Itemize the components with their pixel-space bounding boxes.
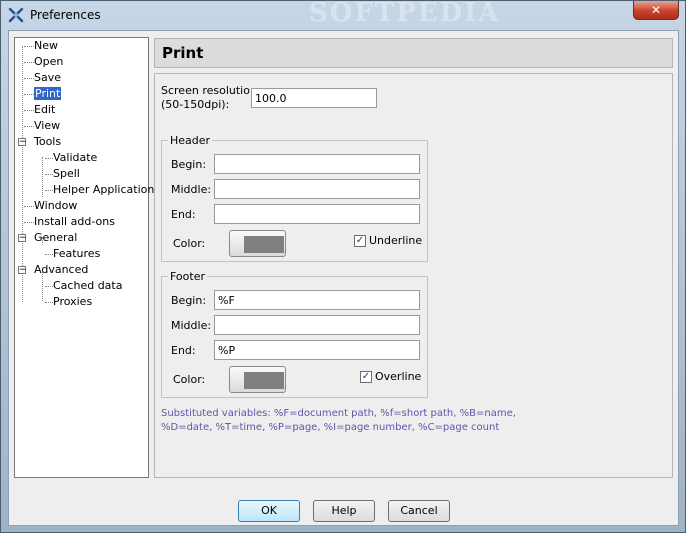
footer-middle-label: Middle: (171, 319, 212, 332)
overline-checkbox[interactable]: ✓ (360, 371, 372, 383)
tree-item-advanced[interactable]: Advanced (34, 262, 88, 278)
collapse-icon[interactable]: − (18, 234, 27, 243)
help-button[interactable]: Help (313, 500, 375, 522)
tree-item-proxies[interactable]: Proxies (45, 294, 92, 310)
tree-item-install-add-ons[interactable]: Install add-ons (24, 214, 115, 230)
header-end-input[interactable] (214, 204, 420, 224)
overline-label: Overline (375, 370, 422, 383)
footer-color-swatch (244, 372, 284, 389)
page-title: Print (162, 44, 204, 62)
tree-item-spell[interactable]: Spell (45, 166, 80, 182)
underline-checkbox[interactable]: ✓ (354, 235, 366, 247)
header-color-button[interactable] (229, 230, 286, 257)
header-group: Header Begin: Middle: End: Color: ✓ Unde… (161, 134, 428, 262)
resolution-label: Screen resolution (161, 84, 257, 97)
collapse-icon[interactable]: − (18, 266, 27, 275)
preferences-window: Preferences SOFTPEDIA ✕ New Open Save Pr… (0, 0, 686, 533)
app-icon (8, 7, 24, 23)
category-tree[interactable]: New Open Save Print Edit View − Tools Va… (14, 37, 160, 478)
header-middle-input[interactable] (214, 179, 420, 199)
tree-item-features[interactable]: Features (45, 246, 100, 262)
tree-item-save[interactable]: Save (24, 70, 61, 86)
variables-note-line1: Substituted variables: %F=document path,… (161, 408, 516, 419)
variables-note-line2: %D=date, %T=time, %P=page, %I=page numbe… (161, 422, 500, 433)
header-middle-label: Middle: (171, 183, 212, 196)
header-color-swatch (244, 236, 284, 253)
cancel-button[interactable]: Cancel (388, 500, 450, 522)
print-settings-panel: Screen resolution (50-150dpi): Header Be… (154, 73, 673, 478)
tree-connector (22, 46, 23, 302)
footer-end-input[interactable] (214, 340, 420, 360)
underline-label: Underline (369, 234, 423, 247)
tree-item-cached-data[interactable]: Cached data (45, 278, 122, 294)
footer-group-title: Footer (168, 270, 207, 283)
header-begin-label: Begin: (171, 158, 207, 171)
header-begin-input[interactable] (214, 154, 420, 174)
resolution-range-label: (50-150dpi): (161, 98, 230, 111)
tree-item-helper-applications[interactable]: Helper Applications (45, 182, 160, 198)
close-icon: ✕ (650, 3, 662, 17)
tree-item-validate[interactable]: Validate (45, 150, 97, 166)
footer-begin-label: Begin: (171, 294, 207, 307)
header-end-label: End: (171, 208, 196, 221)
header-color-label: Color: (173, 237, 206, 250)
watermark: SOFTPEDIA (309, 0, 501, 28)
tree-item-new[interactable]: New (24, 38, 58, 54)
footer-color-button[interactable] (229, 366, 286, 393)
footer-end-label: End: (171, 344, 196, 357)
tree-connector (42, 157, 43, 197)
footer-color-label: Color: (173, 373, 206, 386)
window-title: Preferences (30, 8, 101, 22)
tree-item-edit[interactable]: Edit (24, 102, 55, 118)
close-button[interactable]: ✕ (633, 1, 679, 20)
header-group-title: Header (168, 134, 213, 147)
footer-middle-input[interactable] (214, 315, 420, 335)
title-bar[interactable]: Preferences SOFTPEDIA ✕ (1, 0, 685, 31)
tree-item-tools[interactable]: Tools (34, 134, 61, 150)
tree-item-window[interactable]: Window (24, 198, 77, 214)
collapse-icon[interactable]: − (18, 138, 27, 147)
footer-group: Footer Begin: Middle: End: Color: ✓ Over… (161, 270, 428, 398)
tree-item-open[interactable]: Open (24, 54, 63, 70)
tree-item-general[interactable]: General (34, 230, 77, 246)
tree-item-print[interactable]: Print (24, 86, 62, 102)
dialog-body: New Open Save Print Edit View − Tools Va… (8, 30, 679, 526)
page-header: Print (154, 38, 673, 68)
tree-item-view[interactable]: View (24, 118, 60, 134)
resolution-input[interactable] (251, 88, 377, 108)
footer-begin-input[interactable] (214, 290, 420, 310)
ok-button[interactable]: OK (238, 500, 300, 522)
